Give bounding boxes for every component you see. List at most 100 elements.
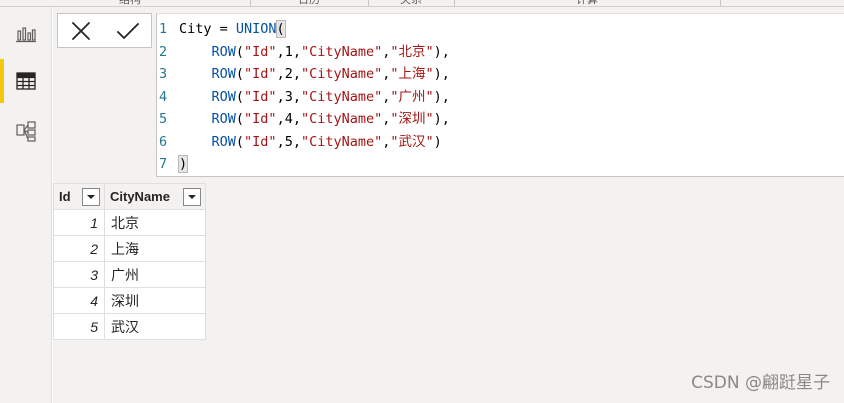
table-row[interactable]: 5 武汉 xyxy=(53,313,206,340)
column-filter-button[interactable] xyxy=(82,187,100,206)
ribbon-group-label: 关系 xyxy=(400,0,422,6)
code-token: ), xyxy=(433,43,450,60)
code-string: "CityName" xyxy=(300,111,383,127)
line-number: 3 xyxy=(159,66,168,82)
code-text: ROW("Id",4,"CityName","深圳"), xyxy=(179,108,450,130)
code-string: "上海" xyxy=(390,66,434,82)
code-keyword: ROW xyxy=(211,88,236,105)
table-header-row: Id CityName xyxy=(53,183,206,210)
ribbon-divider xyxy=(720,0,721,6)
cell-cityname[interactable]: 北京 xyxy=(104,209,206,236)
code-token: ), xyxy=(433,88,450,105)
code-keyword: UNION xyxy=(235,21,277,37)
code-string: "Id" xyxy=(244,88,277,105)
code-text: ROW("Id",3,"CityName","广州"), xyxy=(179,86,450,108)
code-string: "Id" xyxy=(244,133,277,150)
code-string: "CityName" xyxy=(300,133,383,150)
code-text: ROW("Id",2,"CityName","上海"), xyxy=(179,63,450,85)
cell-id[interactable]: 3 xyxy=(53,261,105,288)
code-token: ), xyxy=(433,111,450,127)
data-view-button[interactable] xyxy=(0,57,52,105)
code-keyword: ROW xyxy=(211,43,236,60)
code-string: "武汉" xyxy=(390,133,434,150)
cell-cityname[interactable]: 上海 xyxy=(104,235,206,262)
code-text: ROW("Id",5,"CityName","武汉") xyxy=(179,131,442,153)
cell-id[interactable]: 1 xyxy=(53,209,105,236)
code-text: ) xyxy=(177,153,189,175)
code-token: ,1, xyxy=(276,43,301,60)
ribbon-group-label: 计算 xyxy=(576,0,598,6)
chevron-down-icon xyxy=(87,194,95,199)
code-string: "Id" xyxy=(244,66,277,82)
code-token: ( xyxy=(235,133,245,150)
code-string: "CityName" xyxy=(300,88,383,105)
cell-cityname[interactable]: 深圳 xyxy=(104,287,206,314)
cell-id[interactable]: 4 xyxy=(53,287,105,314)
commit-button[interactable] xyxy=(105,14,152,47)
line-number: 5 xyxy=(159,111,168,127)
ribbon-group-label: 日历 xyxy=(298,0,320,6)
watermark: CSDN @翩跹星子 xyxy=(691,373,830,393)
code-token: ,3, xyxy=(276,88,301,105)
table-row[interactable]: 4 深圳 xyxy=(53,287,206,314)
line-number: 2 xyxy=(159,43,168,60)
line-number: 4 xyxy=(159,88,168,105)
code-token: ) xyxy=(177,155,189,173)
model-view-button[interactable] xyxy=(0,107,52,155)
chevron-down-icon xyxy=(188,194,196,199)
report-view-icon xyxy=(16,27,36,43)
code-string: "Id" xyxy=(244,43,277,60)
code-string: "CityName" xyxy=(300,66,383,82)
cell-cityname[interactable]: 广州 xyxy=(104,261,206,288)
line-number: 6 xyxy=(159,133,168,150)
code-token: ) xyxy=(433,133,442,150)
formula-editor[interactable]: 1 City = UNION( 2 ROW("Id",1,"CityName","北… xyxy=(156,13,844,177)
cell-cityname[interactable]: 武汉 xyxy=(104,313,206,340)
check-icon xyxy=(116,22,139,39)
report-view-button[interactable] xyxy=(0,9,52,57)
table-row[interactable]: 3 广州 xyxy=(53,261,206,288)
code-token: ( xyxy=(235,66,245,82)
column-header-label: CityName xyxy=(110,189,170,204)
formula-commit-bar xyxy=(57,13,152,48)
code-string: "北京" xyxy=(390,43,434,60)
code-token: ( xyxy=(235,111,245,127)
column-header-id[interactable]: Id xyxy=(53,183,105,210)
column-header-label: Id xyxy=(59,189,71,204)
code-token: ( xyxy=(235,43,245,60)
ribbon-strip: 结构 日历 关系 计算 xyxy=(0,0,844,7)
code-string: "CityName" xyxy=(300,43,383,60)
code-keyword: ROW xyxy=(211,66,236,82)
ribbon-group-label: 结构 xyxy=(119,0,141,6)
table-row[interactable]: 2 上海 xyxy=(53,235,206,262)
close-icon xyxy=(72,21,91,40)
column-header-cityname[interactable]: CityName xyxy=(104,183,206,210)
code-token: ,2, xyxy=(276,66,301,82)
code-token: ,4, xyxy=(276,111,301,127)
line-number: 1 xyxy=(159,21,168,37)
cell-id[interactable]: 5 xyxy=(53,313,105,340)
code-keyword: ROW xyxy=(211,111,236,127)
line-number: 7 xyxy=(159,156,168,172)
data-view-icon xyxy=(16,72,36,90)
code-token: ), xyxy=(433,66,450,82)
code-string: "深圳" xyxy=(390,111,434,127)
code-keyword: ROW xyxy=(211,133,236,150)
data-table: Id CityName 1 北京 2 上海 3 广州 4 深圳 5 武汉 xyxy=(53,183,206,340)
code-token: ( xyxy=(235,88,245,105)
cancel-button[interactable] xyxy=(58,14,105,47)
view-rail xyxy=(0,7,52,403)
code-text: City = UNION( xyxy=(179,18,286,40)
cell-id[interactable]: 2 xyxy=(53,235,105,262)
table-row[interactable]: 1 北京 xyxy=(53,209,206,236)
model-view-icon xyxy=(16,121,36,142)
column-filter-button[interactable] xyxy=(183,187,201,206)
code-token: ,5, xyxy=(276,133,301,150)
code-text: ROW("Id",1,"CityName","北京"), xyxy=(179,41,450,63)
code-string: "广州" xyxy=(390,88,434,105)
